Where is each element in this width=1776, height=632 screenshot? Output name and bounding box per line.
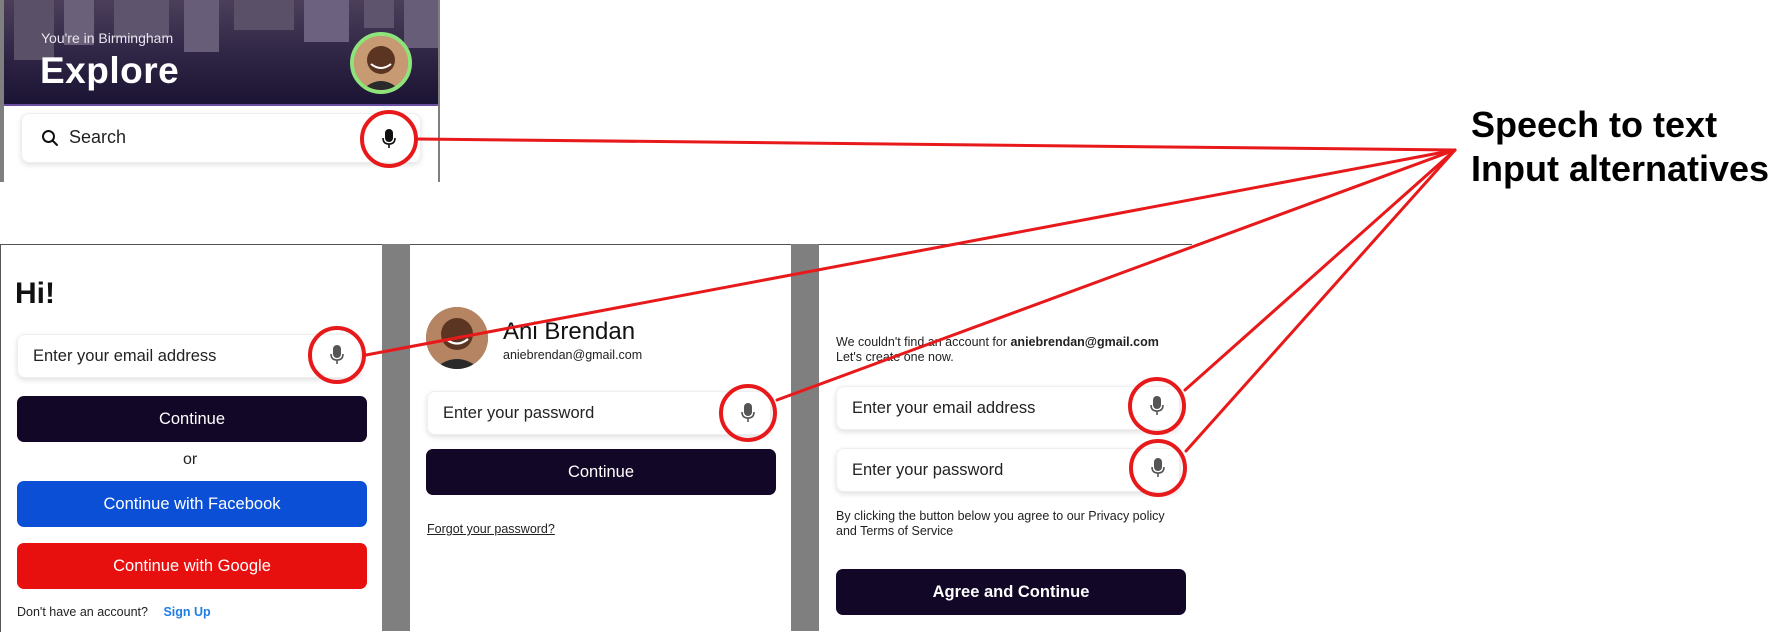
search-input[interactable]: Search	[69, 127, 126, 148]
panel-right-border	[438, 0, 440, 182]
search-icon	[42, 130, 58, 146]
annotation-label: Speech to text Input alternatives	[1471, 103, 1769, 191]
banner-accent-line	[4, 104, 440, 106]
signup-link[interactable]: Sign Up	[163, 605, 210, 619]
microphone-icon	[741, 403, 755, 422]
account-not-found-notice: We couldn't find an account for aniebren…	[836, 335, 1186, 365]
notice-prefix: We couldn't find an account for	[836, 335, 1011, 349]
email-mic-button[interactable]	[308, 326, 366, 384]
location-label: You're in Birmingham	[41, 30, 174, 46]
signup-password-mic-button[interactable]	[1129, 439, 1187, 497]
page-title: Explore	[40, 50, 180, 91]
agree-label: Agree and Continue	[932, 583, 1090, 601]
callout-line-signup-email	[1183, 148, 1457, 392]
login-panel: Hi! Enter your email address Continue or…	[0, 244, 382, 632]
callout-line-signup-password	[1184, 148, 1457, 453]
signup-panel: We couldn't find an account for aniebren…	[819, 244, 1192, 632]
email-placeholder: Enter your email address	[33, 347, 217, 365]
or-separator: or	[183, 451, 198, 468]
continue-label: Continue	[158, 410, 226, 428]
avatar-face-icon	[354, 36, 408, 90]
panel-divider	[791, 244, 819, 631]
terms-line1: By clicking the button below you agree t…	[836, 509, 1165, 523]
panel-divider	[382, 244, 410, 631]
continue-button[interactable]: Continue	[17, 396, 367, 442]
annotation-line2: Input alternatives	[1471, 148, 1770, 189]
microphone-icon	[1150, 396, 1164, 415]
greeting-heading: Hi!	[15, 277, 55, 310]
google-label: Continue with Google	[113, 557, 271, 575]
facebook-login-button[interactable]: Continue with Facebook	[17, 481, 367, 527]
avatar-face-icon	[426, 307, 488, 369]
terms-text: By clicking the button below you agree t…	[836, 509, 1186, 539]
password-placeholder: Enter your password	[852, 461, 1004, 479]
avatar[interactable]	[350, 32, 412, 94]
user-email: aniebrendan@gmail.com	[503, 348, 643, 362]
notice-email: aniebrendan@gmail.com	[1010, 335, 1159, 349]
no-account-text: Don't have an account?	[17, 605, 148, 619]
user-name: Ani Brendan	[503, 318, 636, 345]
signup-prompt: Don't have an account? Sign Up	[17, 605, 211, 619]
continue-label: Continue	[567, 463, 635, 481]
password-placeholder: Enter your password	[443, 404, 595, 422]
password-continue-button[interactable]: Continue	[426, 449, 776, 495]
signup-email-mic-button[interactable]	[1128, 377, 1186, 435]
facebook-label: Continue with Facebook	[103, 495, 281, 513]
notice-line2: Let's create one now.	[836, 350, 954, 364]
terms-line2: and Terms of Service	[836, 524, 954, 538]
google-login-button[interactable]: Continue with Google	[17, 543, 367, 589]
annotation-line1: Speech to text	[1471, 104, 1718, 145]
password-mic-button[interactable]	[719, 384, 777, 442]
forgot-password-link[interactable]: Forgot your password?	[427, 522, 555, 536]
email-placeholder: Enter your email address	[852, 399, 1036, 417]
agree-continue-button[interactable]: Agree and Continue	[836, 569, 1186, 615]
user-avatar	[426, 307, 488, 369]
callout-line-search	[416, 137, 1457, 152]
microphone-icon	[330, 345, 344, 364]
panel-left-border	[0, 0, 4, 182]
microphone-icon	[382, 129, 396, 148]
search-mic-button[interactable]	[360, 110, 418, 168]
microphone-icon	[1151, 458, 1165, 477]
